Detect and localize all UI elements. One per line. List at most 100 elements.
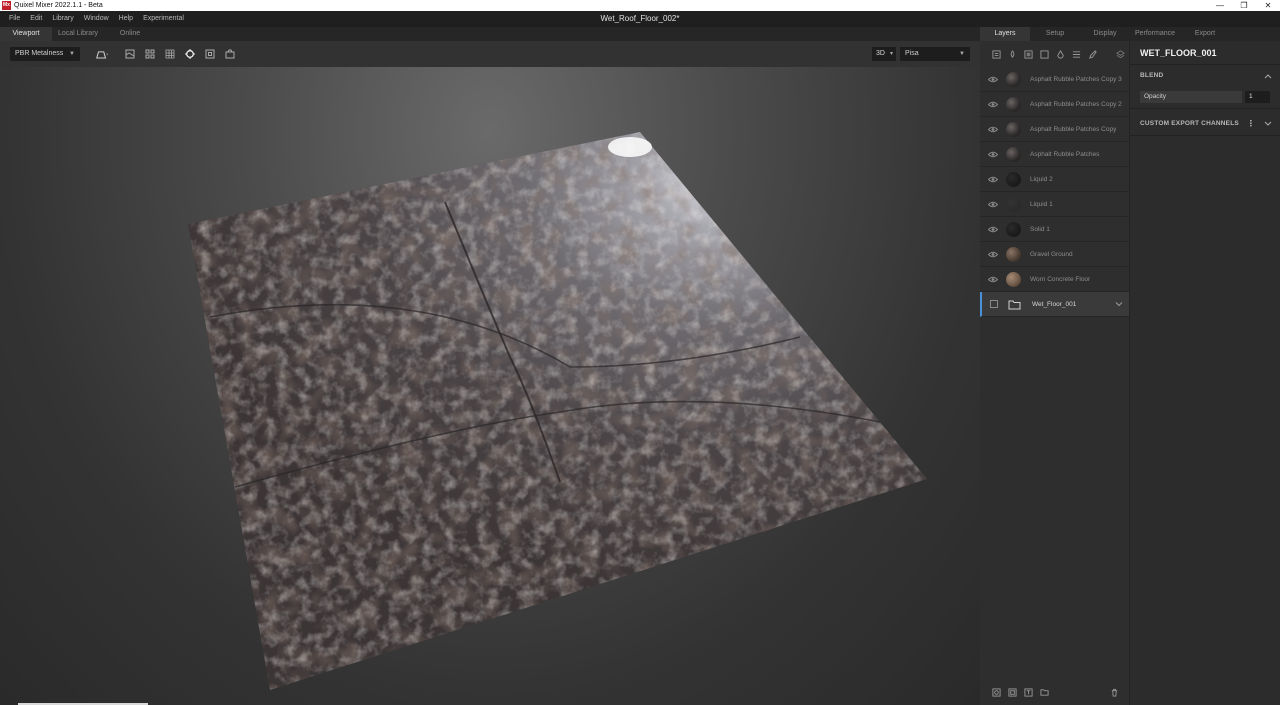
eye-icon[interactable] — [988, 75, 998, 84]
layer-name: Gravel Ground — [1030, 251, 1073, 258]
add-folder-button[interactable] — [1036, 685, 1052, 699]
minimize-button[interactable]: — — [1208, 0, 1232, 11]
layer-row[interactable]: Liquid 2 — [980, 167, 1129, 192]
tab-performance[interactable]: Performance — [1130, 27, 1180, 41]
add-surface-layer-button[interactable] — [988, 47, 1004, 61]
environment-select[interactable]: Pisa ▼ — [900, 47, 970, 61]
add-modifier-button[interactable] — [1004, 685, 1020, 699]
delete-layer-button[interactable] — [1106, 685, 1122, 699]
layer-row-group[interactable]: Wet_Floor_001 — [980, 292, 1129, 317]
export-section-title: CUSTOM EXPORT CHANNELS — [1140, 120, 1239, 127]
menu-library[interactable]: Library — [47, 11, 78, 27]
opacity-label: Opacity — [1140, 91, 1242, 103]
layer-name: Asphalt Rubble Patches — [1030, 151, 1100, 158]
eye-icon[interactable] — [988, 125, 998, 134]
layer-thumbnail — [1006, 197, 1021, 212]
camera-shape-button[interactable] — [92, 47, 112, 61]
tab-viewport[interactable]: Viewport — [0, 27, 52, 41]
tab-export[interactable]: Export — [1180, 27, 1230, 41]
paintbrush-icon — [1088, 49, 1097, 59]
layer-name: Liquid 1 — [1030, 201, 1053, 208]
layer-row[interactable]: Liquid 1 — [980, 192, 1129, 217]
tab-setup[interactable]: Setup — [1030, 27, 1080, 41]
app-logo-icon: Mx — [2, 1, 11, 10]
eye-icon[interactable] — [988, 225, 998, 234]
layer-thumbnail — [1006, 147, 1021, 162]
chevron-down-icon[interactable] — [1115, 300, 1123, 308]
custom-export-channels-header[interactable]: CUSTOM EXPORT CHANNELS ⋮ — [1130, 113, 1280, 135]
eye-icon[interactable] — [988, 250, 998, 259]
menu-file[interactable]: File — [4, 11, 25, 27]
layer-name: Asphalt Rubble Patches Copy 3 — [1030, 76, 1122, 83]
add-effect-button[interactable] — [1020, 685, 1036, 699]
eye-icon[interactable] — [988, 100, 998, 109]
add-brush-layer-button[interactable] — [1084, 47, 1100, 61]
view-mode-select[interactable]: 3D ▾ — [872, 47, 896, 61]
layer-row[interactable]: Gravel Ground — [980, 242, 1129, 267]
menu-help[interactable]: Help — [114, 11, 138, 27]
group-checkbox[interactable] — [990, 300, 998, 308]
material-preview-plane[interactable] — [0, 67, 980, 705]
view-mode-value: 3D — [876, 50, 885, 57]
layer-thumbnail — [1006, 122, 1021, 137]
eye-icon[interactable] — [988, 200, 998, 209]
tab-online[interactable]: Online — [104, 27, 156, 41]
layer-row[interactable]: Solid 1 — [980, 217, 1129, 242]
3d-viewport[interactable] — [0, 67, 980, 705]
solid-layer-icon — [1039, 49, 1049, 59]
add-paint-layer-button[interactable] — [1004, 47, 1020, 61]
layer-row[interactable]: Asphalt Rubble Patches Copy — [980, 117, 1129, 142]
more-options-icon[interactable]: ⋮ — [1247, 119, 1255, 129]
layers-stack-icon — [1115, 49, 1125, 58]
viewport-tab-bar: Viewport Local Library Online — [0, 27, 980, 41]
frame-button[interactable] — [203, 47, 217, 61]
layer-row[interactable]: Worn Concrete Floor — [980, 267, 1129, 292]
eye-icon[interactable] — [988, 275, 998, 284]
eye-icon[interactable] — [988, 150, 998, 159]
eye-icon[interactable] — [988, 175, 998, 184]
layer-stack-button[interactable] — [1112, 47, 1128, 61]
blend-section-title: BLEND — [1140, 72, 1164, 79]
focus-target-button[interactable] — [183, 47, 197, 61]
render-mode-select[interactable]: PBR Metalness ▼ — [10, 47, 80, 61]
chevron-up-icon[interactable] — [1264, 73, 1272, 79]
layer-row[interactable]: Asphalt Rubble Patches Copy 3 — [980, 67, 1129, 92]
tile-view-button[interactable] — [143, 47, 157, 61]
add-smart-material-button[interactable] — [1020, 47, 1036, 61]
menu-bar: File Edit Library Window Help Experiment… — [0, 11, 1280, 27]
layer-name: Worn Concrete Floor — [1030, 276, 1091, 283]
height-view-icon — [125, 49, 135, 59]
frame-icon — [205, 49, 215, 59]
window-title-bar: Mx Quixel Mixer 2022.1.1 - Beta — ❐ ✕ — [0, 0, 1280, 11]
opacity-input[interactable]: 1 — [1245, 91, 1270, 103]
document-title: Wet_Roof_Floor_002* — [600, 14, 680, 23]
menu-experimental[interactable]: Experimental — [138, 11, 189, 27]
menu-edit[interactable]: Edit — [25, 11, 47, 27]
chevron-down-icon[interactable] — [1264, 121, 1272, 127]
tab-local-library[interactable]: Local Library — [52, 27, 104, 41]
viewport-toolbar: PBR Metalness ▼ 3D ▾ Pisa ▼ — [0, 41, 980, 67]
layer-thumbnail — [1006, 272, 1021, 287]
specular-highlight — [608, 137, 652, 157]
screenshot-button[interactable] — [223, 47, 237, 61]
layer-thumbnail — [1006, 97, 1021, 112]
blend-section-header[interactable]: BLEND — [1130, 65, 1280, 87]
layer-row[interactable]: Asphalt Rubble Patches — [980, 142, 1129, 167]
add-liquid-layer-button[interactable] — [1052, 47, 1068, 61]
layer-row[interactable]: Asphalt Rubble Patches Copy 2 — [980, 92, 1129, 117]
restore-button[interactable]: ❐ — [1232, 0, 1256, 11]
menu-window[interactable]: Window — [79, 11, 114, 27]
layer-name: Wet_Floor_001 — [1032, 301, 1077, 308]
add-solid-layer-button[interactable] — [1036, 47, 1052, 61]
layer-name: Liquid 2 — [1030, 176, 1053, 183]
height-view-button[interactable] — [123, 47, 137, 61]
layer-thumbnail — [1006, 222, 1021, 237]
chevron-down-icon: ▾ — [889, 51, 893, 57]
tab-display[interactable]: Display — [1080, 27, 1130, 41]
tab-layers[interactable]: Layers — [980, 27, 1030, 41]
grid-view-button[interactable] — [163, 47, 177, 61]
add-filter-layer-button[interactable] — [1068, 47, 1084, 61]
focus-target-icon — [185, 49, 195, 59]
close-button[interactable]: ✕ — [1256, 0, 1280, 11]
add-mask-button[interactable] — [988, 685, 1004, 699]
